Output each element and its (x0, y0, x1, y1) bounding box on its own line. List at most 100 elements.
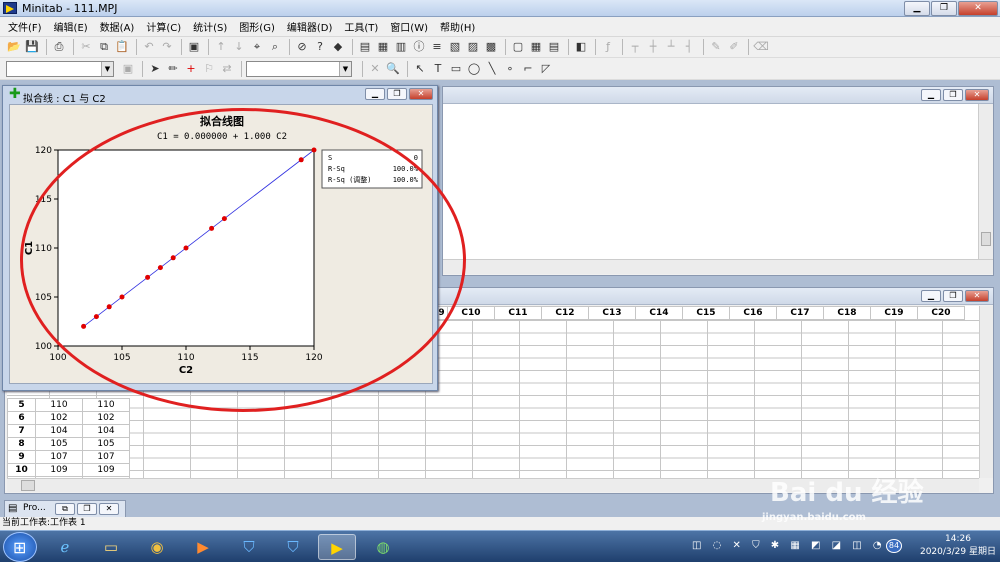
close-button[interactable]: ✕ (958, 1, 998, 16)
redo-icon[interactable]: ↷ (159, 39, 175, 55)
tray-badge[interactable]: 84 (886, 539, 902, 553)
tree-icon-2[interactable]: ┼ (645, 39, 661, 55)
undo-icon[interactable]: ↶ (141, 39, 157, 55)
worksheet-close-button[interactable]: ✕ (965, 290, 989, 302)
column-header[interactable]: C14 (635, 306, 683, 320)
cell[interactable]: 102 (82, 411, 130, 425)
select-arrow-icon[interactable]: ➤ (147, 61, 163, 77)
crosshair-icon[interactable]: + (183, 61, 199, 77)
eraser-icon[interactable]: ⌫ (753, 39, 769, 55)
formula-icon[interactable]: ƒ (600, 39, 616, 55)
cell[interactable]: 107 (35, 450, 83, 464)
open-icon[interactable]: 📂 (6, 39, 22, 55)
row-number[interactable]: 5 (7, 398, 36, 412)
cell[interactable]: 102 (35, 411, 83, 425)
zoom-icon[interactable]: 🔍 (385, 61, 401, 77)
save-icon[interactable]: 💾 (24, 39, 40, 55)
column-header[interactable]: C13 (588, 306, 636, 320)
menu-edit[interactable]: 编辑(E) (54, 19, 88, 34)
shield-app-icon[interactable]: ⛉ (230, 534, 268, 560)
graphs-icon[interactable]: ▥ (393, 39, 409, 55)
chrome-icon[interactable]: ◉ (138, 534, 176, 560)
find-next-icon[interactable]: ⌕ (267, 39, 283, 55)
line-tool-icon[interactable]: ╲ (484, 61, 500, 77)
tree-icon-4[interactable]: ┤ (681, 39, 697, 55)
column-header[interactable]: C18 (823, 306, 871, 320)
column-header[interactable]: C19 (870, 306, 918, 320)
project-manager-tab[interactable]: ▤ Pro... ⧉ ❐ ✕ (0, 500, 130, 517)
rectangle-tool-icon[interactable]: ▭ (448, 61, 464, 77)
cell[interactable]: 110 (35, 398, 83, 412)
move-up-icon[interactable]: ↑ (213, 39, 229, 55)
session-maximize-button[interactable]: ❐ (943, 89, 963, 101)
menu-window[interactable]: 窗口(W) (390, 19, 428, 34)
minitab-task-icon[interactable]: ▶ (318, 534, 356, 560)
cell[interactable]: 110 (82, 398, 130, 412)
graph-close-button[interactable]: ✕ (409, 88, 433, 100)
folder-icon[interactable]: ▭ (92, 534, 130, 560)
edit-last-dialog-icon[interactable]: ▣ (186, 39, 202, 55)
session-content[interactable] (443, 104, 978, 259)
project-manager-icon[interactable]: ◧ (573, 39, 589, 55)
minimize-button[interactable]: ▁ (904, 1, 930, 16)
cancel-icon[interactable]: ⊘ (294, 39, 310, 55)
graph-minimize-button[interactable]: ▁ (365, 88, 385, 100)
help-icon[interactable]: ? (312, 39, 328, 55)
worksheet-combo[interactable]: ▼ (6, 60, 114, 77)
clock[interactable]: 14:26 2020/3/29 星期日 (918, 534, 998, 557)
session-vscroll[interactable] (978, 104, 993, 259)
column-header[interactable]: C20 (917, 306, 965, 320)
cell[interactable]: 105 (82, 437, 130, 451)
find-icon[interactable]: ⌖ (249, 39, 265, 55)
worksheet-vscroll[interactable] (979, 306, 993, 478)
swap-icon[interactable]: ⇄ (219, 61, 235, 77)
cell[interactable]: 107 (82, 450, 130, 464)
session-icon[interactable]: ▤ (357, 39, 373, 55)
shield-app-2-icon[interactable]: ⛉ (274, 534, 312, 560)
cell[interactable]: 104 (82, 424, 130, 438)
brush-tool-icon[interactable]: ✏ (165, 61, 181, 77)
system-tray-icons[interactable]: ◫ ◌ ✕ ⛉ ✱ ▦ ◩ ◪ ◫ ◔ (692, 540, 886, 551)
menu-help[interactable]: 帮助(H) (440, 19, 475, 34)
cell[interactable]: 104 (35, 424, 83, 438)
polyline-tool-icon[interactable]: ⌐ (520, 61, 536, 77)
brush-icon[interactable]: ✎ (708, 39, 724, 55)
row-number[interactable]: 6 (7, 411, 36, 425)
print-icon[interactable]: ⎙ (51, 39, 67, 55)
project-maximize-button[interactable]: ❐ (77, 503, 97, 515)
marker-tool-icon[interactable]: ∘ (502, 61, 518, 77)
assistant-icon[interactable]: ◆ (330, 39, 346, 55)
graph-combo[interactable]: ▼ (246, 60, 352, 77)
paste-icon[interactable]: 📋 (114, 39, 130, 55)
project-restore-button[interactable]: ⧉ (55, 503, 75, 515)
pointer-icon[interactable]: ↖ (412, 61, 428, 77)
session-minimize-button[interactable]: ▁ (921, 89, 941, 101)
column-header[interactable]: C12 (541, 306, 589, 320)
text-tool-icon[interactable]: T (430, 61, 446, 77)
ellipse-tool-icon[interactable]: ◯ (466, 61, 482, 77)
history-icon[interactable]: ≡ (429, 39, 445, 55)
project-close-button[interactable]: ✕ (99, 503, 119, 515)
cut-icon[interactable]: ✂ (78, 39, 94, 55)
cell[interactable]: 109 (35, 463, 83, 477)
video-player-icon[interactable]: ▶ (184, 534, 222, 560)
cell[interactable]: 105 (35, 437, 83, 451)
menu-file[interactable]: 文件(F) (8, 19, 42, 34)
menu-calc[interactable]: 计算(C) (146, 19, 181, 34)
session-close-button[interactable]: ✕ (965, 89, 989, 101)
copy-icon[interactable]: ⧉ (96, 39, 112, 55)
column-header[interactable]: C10 (447, 306, 495, 320)
move-down-icon[interactable]: ↓ (231, 39, 247, 55)
polygon-tool-icon[interactable]: ◸ (538, 61, 554, 77)
worksheet-minimize-button[interactable]: ▁ (921, 290, 941, 302)
menu-stat[interactable]: 统计(S) (193, 19, 227, 34)
delete-icon[interactable]: ✕ (367, 61, 383, 77)
row-number[interactable]: 9 (7, 450, 36, 464)
new-worksheet-icon[interactable]: ▢ (510, 39, 526, 55)
flag-icon[interactable]: ⚐ (201, 61, 217, 77)
column-header[interactable]: C16 (729, 306, 777, 320)
layout-tool-icon[interactable]: ▣ (120, 61, 136, 77)
pencil-icon[interactable]: ✐ (726, 39, 742, 55)
worksheet-maximize-button[interactable]: ❐ (943, 290, 963, 302)
wechat-icon[interactable]: ◍ (364, 534, 402, 560)
